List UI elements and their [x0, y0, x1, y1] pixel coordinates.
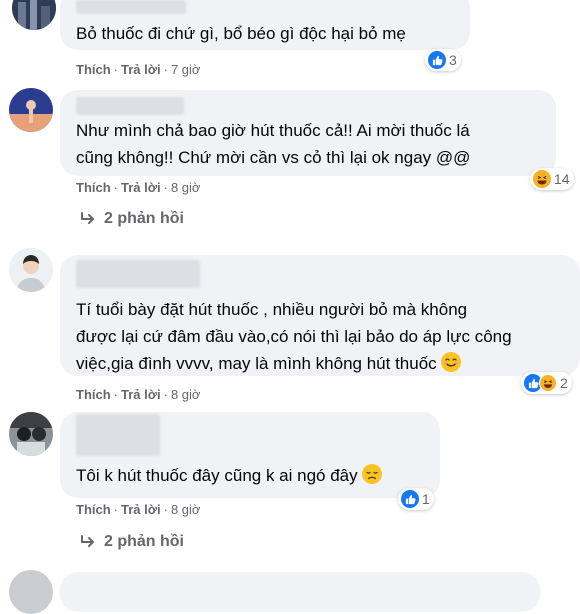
- commenter-avatar[interactable]: [9, 570, 53, 614]
- comment-text: Tôi k hút thuốc đây cũng k ai ngó đây: [76, 466, 358, 485]
- comment-text: cũng không!! Chứ mời cần vs cỏ thì lại o…: [76, 148, 471, 167]
- comment-bubble: [60, 572, 540, 612]
- comment-actions: Thích · Trả lời · 8 giờ: [76, 180, 201, 195]
- like-button[interactable]: Thích: [76, 180, 111, 195]
- comment-text: Như mình chả bao giờ hút thuốc cả!! Ai m…: [76, 121, 470, 140]
- comment-timestamp[interactable]: 8 giờ: [171, 180, 201, 195]
- reply-arrow-icon: [81, 535, 94, 547]
- comment-text-line: việc,gia đình vvvv, may là mình không hú…: [76, 350, 461, 378]
- like-button[interactable]: Thích: [76, 387, 111, 402]
- reaction-summary[interactable]: 1: [398, 488, 434, 510]
- smiling-face-icon: [440, 352, 461, 372]
- like-icon: [401, 490, 419, 508]
- reaction-count: 2: [560, 375, 568, 391]
- reaction-summary[interactable]: 2: [521, 372, 572, 394]
- view-replies-link[interactable]: 2 phản hồi: [80, 533, 184, 551]
- commenter-avatar[interactable]: [9, 88, 53, 132]
- like-button[interactable]: Thích: [76, 62, 111, 77]
- commenter-avatar[interactable]: [9, 248, 53, 292]
- view-replies-link[interactable]: 2 phản hồi: [80, 210, 184, 228]
- replies-count-label: 2 phản hồi: [104, 210, 184, 227]
- blurred-commenter-name[interactable]: [76, 97, 184, 115]
- like-icon: [428, 51, 446, 69]
- comment-actions: Thích · Trả lời · 8 giờ: [76, 502, 201, 517]
- disappointed-face-icon: [361, 464, 382, 484]
- reaction-count: 1: [422, 491, 430, 507]
- reaction-count: 3: [449, 52, 457, 68]
- blurred-commenter-name[interactable]: [76, 260, 200, 288]
- avatar-photo-icon: [12, 0, 56, 30]
- comment-timestamp[interactable]: 7 giờ: [171, 62, 201, 77]
- reply-button[interactable]: Trả lời: [121, 502, 161, 517]
- comment-text: được lại cứ đâm đầu vào,có nói thì lại b…: [76, 327, 512, 346]
- avatar-photo-icon: [9, 412, 53, 456]
- replies-count-label: 2 phản hồi: [104, 533, 184, 550]
- like-button[interactable]: Thích: [76, 502, 111, 517]
- comment-actions: Thích · Trả lời · 7 giờ: [76, 62, 201, 77]
- haha-icon: [533, 170, 551, 188]
- comment-actions: Thích · Trả lời · 8 giờ: [76, 387, 201, 402]
- haha-icon: [539, 374, 557, 392]
- reply-button[interactable]: Trả lời: [121, 387, 161, 402]
- comment-timestamp[interactable]: 8 giờ: [171, 387, 201, 402]
- reaction-summary[interactable]: 14: [530, 168, 574, 190]
- avatar-photo-icon: [9, 248, 53, 292]
- reaction-count: 14: [554, 171, 570, 187]
- reaction-summary[interactable]: 3: [425, 49, 461, 71]
- comment-text: việc,gia đình vvvv, may là mình không hú…: [76, 354, 437, 373]
- reply-button[interactable]: Trả lời: [121, 180, 161, 195]
- reply-button[interactable]: Trả lời: [121, 62, 161, 77]
- blurred-commenter-name[interactable]: [76, 414, 160, 456]
- avatar-photo-icon: [9, 88, 53, 132]
- comment-text: Bỏ thuốc đi chứ gì, bổ béo gì độc hại bỏ…: [76, 24, 406, 43]
- comment-text: Tí tuổi bày đặt hút thuốc , nhiều người …: [76, 300, 468, 319]
- blurred-commenter-name[interactable]: [76, 0, 186, 14]
- comment-text-line: Tôi k hút thuốc đây cũng k ai ngó đây: [76, 462, 382, 490]
- reply-arrow-icon: [81, 212, 94, 224]
- commenter-avatar[interactable]: [9, 412, 53, 456]
- commenter-avatar[interactable]: [12, 0, 56, 30]
- comment-timestamp[interactable]: 8 giờ: [171, 502, 201, 517]
